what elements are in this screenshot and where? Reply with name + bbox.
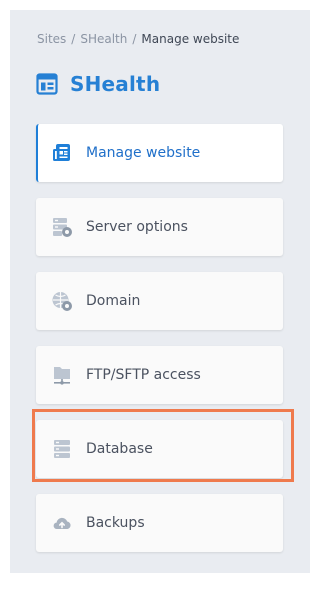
site-title: SHealth: [70, 72, 161, 96]
site-window-icon: [36, 73, 58, 95]
menu-item-manage-website[interactable]: Manage website: [36, 124, 283, 182]
breadcrumb-separator: /: [132, 32, 137, 46]
breadcrumb-link-site[interactable]: SHealth: [80, 32, 127, 46]
site-sidebar-panel: Sites / SHealth / Manage website SHealth Man…: [10, 10, 310, 573]
menu-item-server-options[interactable]: Server options: [36, 198, 283, 256]
backups-cloud-icon: [53, 517, 71, 530]
menu-item-label: Manage website: [86, 145, 201, 161]
domain-globe-icon: [52, 292, 72, 311]
breadcrumb-current: Manage website: [141, 32, 240, 46]
breadcrumb-link-sites[interactable]: Sites: [37, 32, 66, 46]
breadcrumb: Sites / SHealth / Manage website: [37, 32, 239, 46]
menu-item-label: Database: [86, 441, 153, 457]
server-options-icon: [53, 218, 72, 237]
menu-item-label: FTP/SFTP access: [86, 367, 201, 383]
database-icon: [54, 440, 70, 458]
breadcrumb-separator: /: [71, 32, 76, 46]
menu-item-ftp-sftp-access[interactable]: FTP/SFTP access: [36, 346, 283, 404]
manage-website-icon: [53, 144, 70, 161]
menu-item-label: Backups: [86, 515, 145, 531]
ftp-folder-icon: [54, 367, 70, 385]
menu-item-database[interactable]: Database: [36, 420, 283, 478]
menu-item-domain[interactable]: Domain: [36, 272, 283, 330]
menu-item-label: Server options: [86, 219, 188, 235]
menu-item-label: Domain: [86, 293, 141, 309]
site-header: SHealth: [36, 72, 160, 96]
menu-item-backups[interactable]: Backups: [36, 494, 283, 552]
